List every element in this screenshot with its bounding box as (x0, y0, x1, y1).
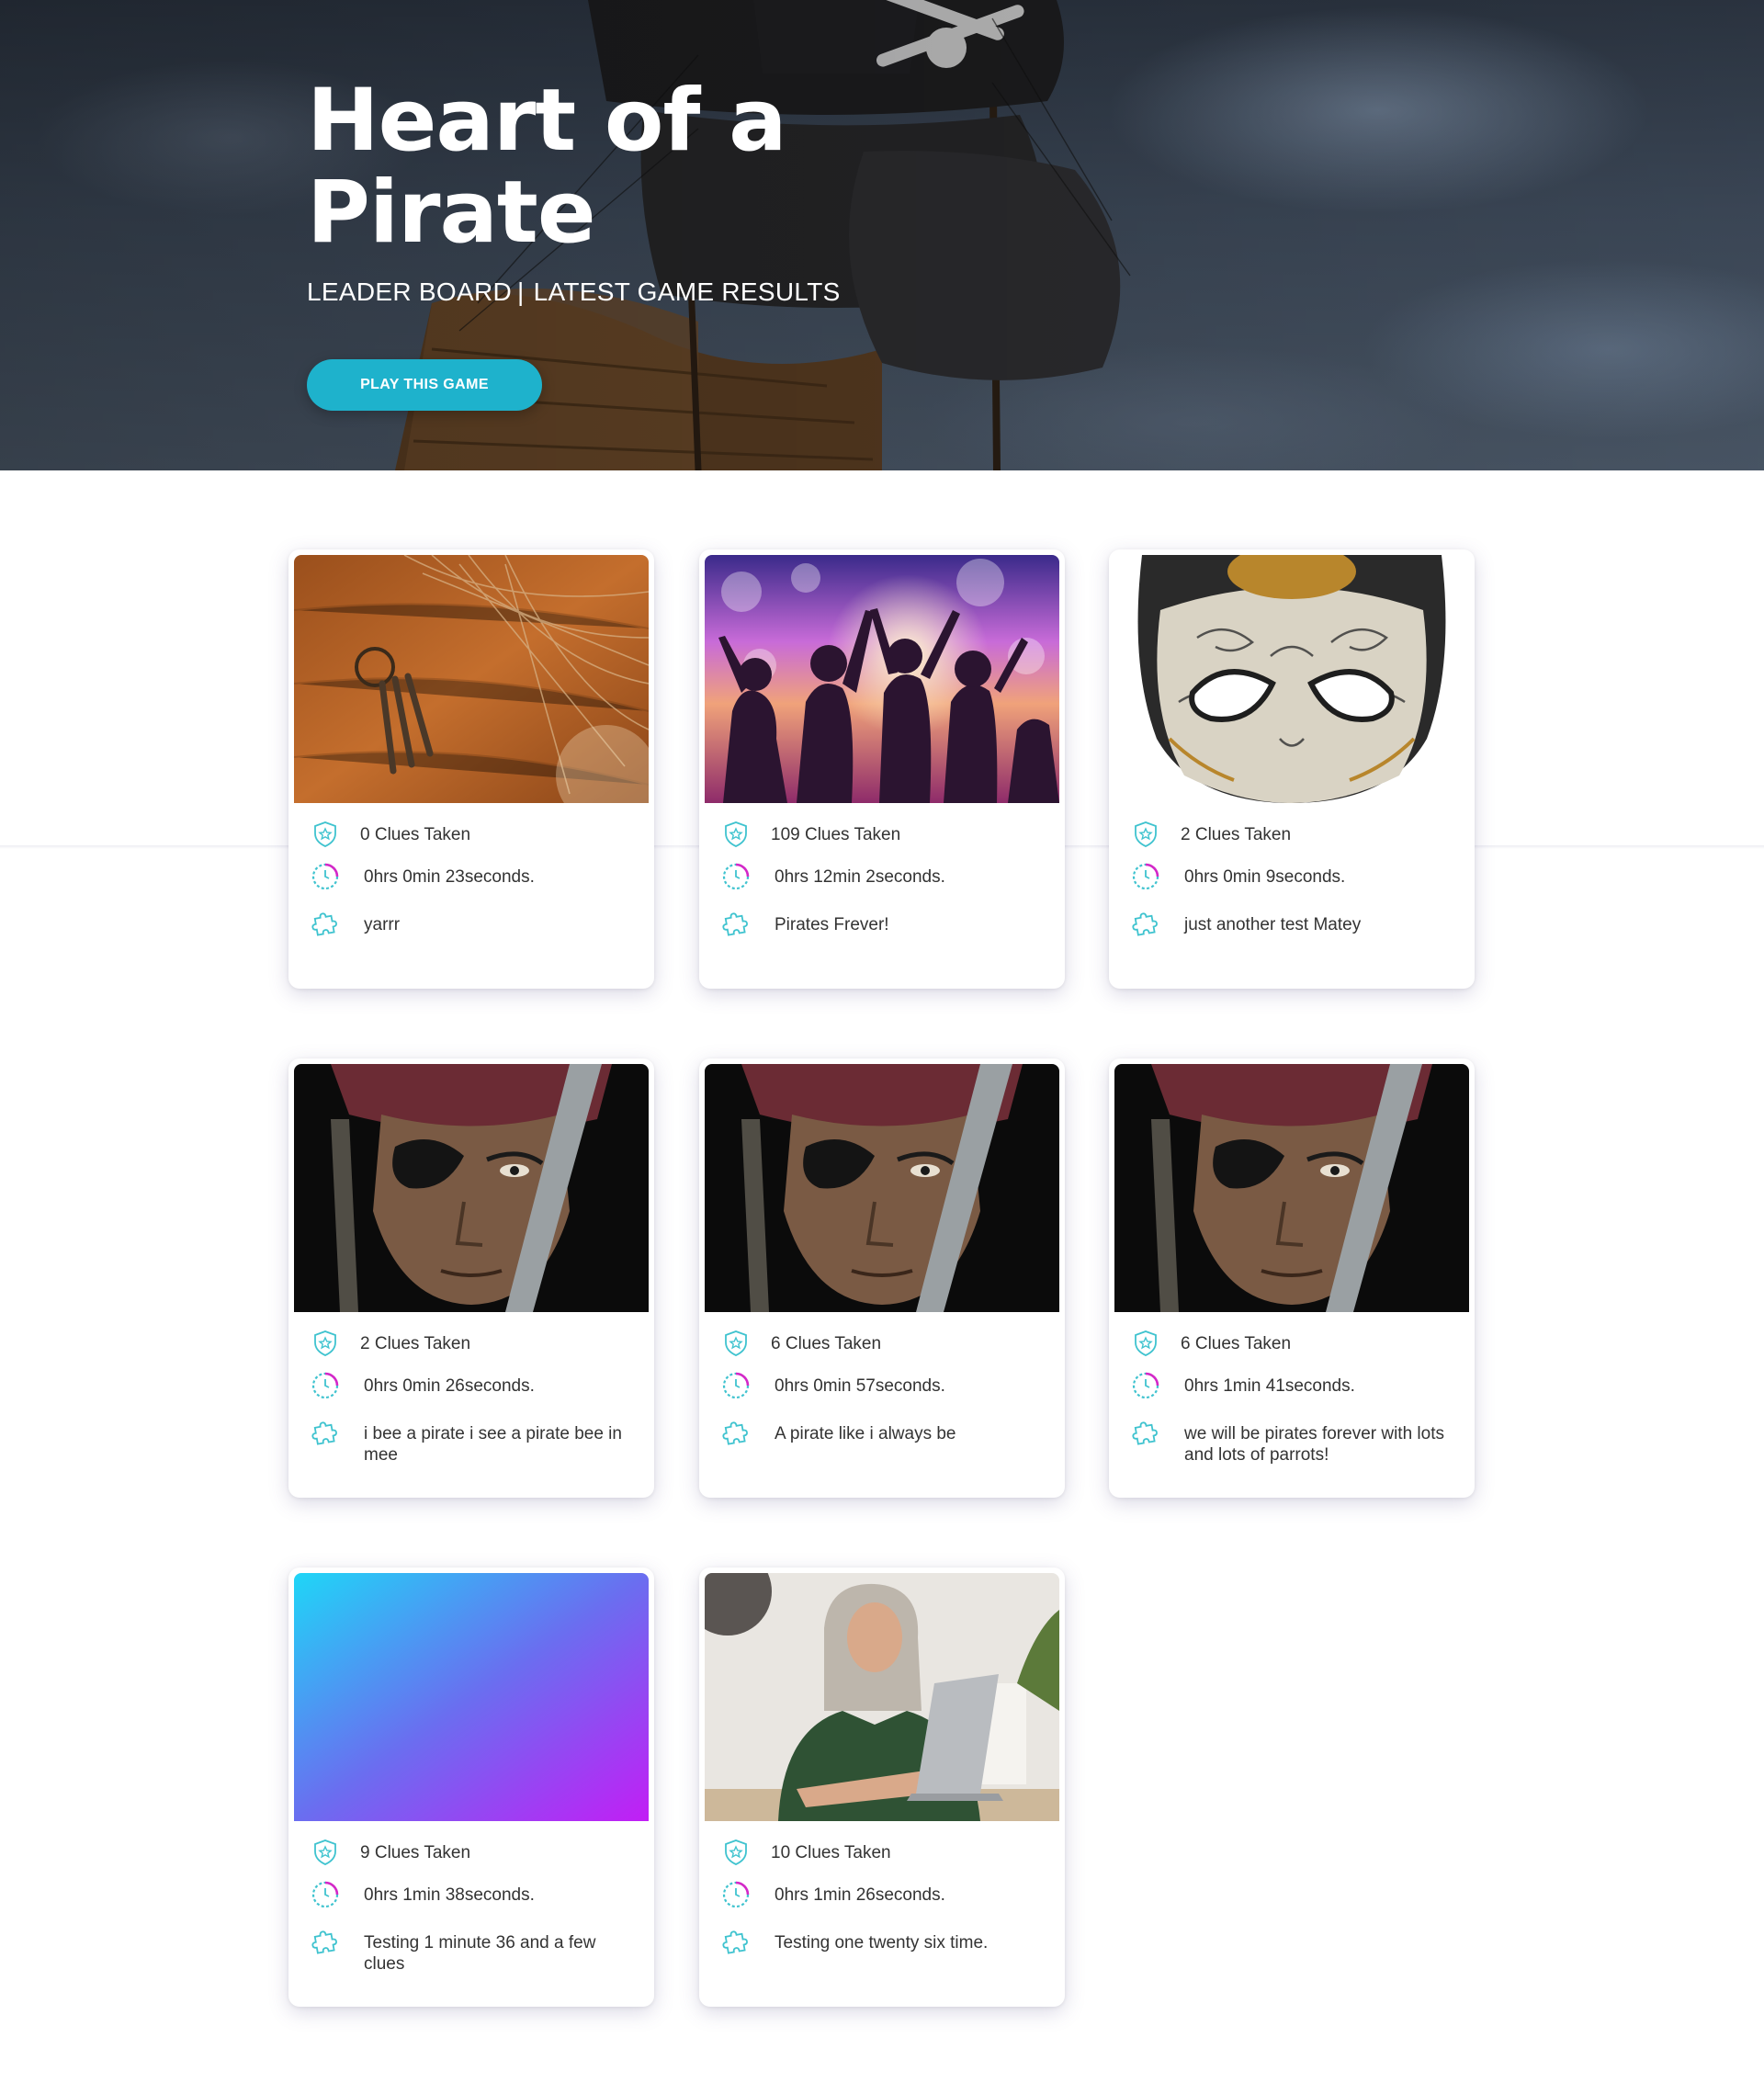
timer-icon (722, 1881, 750, 1908)
shield-star-icon (725, 1330, 747, 1356)
puzzle-piece-icon (722, 912, 748, 936)
message-row: just another test Matey (1131, 910, 1451, 939)
venetian-mask-photo (1114, 555, 1469, 803)
clues-taken: 6 Clues Taken (1181, 1334, 1292, 1353)
woman-laptop-photo (705, 1573, 1059, 1821)
leaderboard-label: LEADER BOARD (307, 277, 512, 306)
shield-star-icon (314, 1839, 336, 1865)
timer-icon (311, 1881, 339, 1908)
keys-on-net-photo (294, 555, 649, 803)
time-taken: 0hrs 1min 38seconds. (364, 1885, 535, 1905)
page-title: Heart of a Pirate (307, 71, 787, 263)
clues-row: 2 Clues Taken (311, 1329, 470, 1358)
puzzle-piece-icon (311, 1421, 337, 1445)
timer-icon (722, 863, 750, 890)
hero-subtitle: LEADER BOARD | LATEST GAME RESULTS (307, 277, 841, 307)
clues-taken: 109 Clues Taken (771, 825, 901, 844)
puzzle-piece-icon (311, 912, 337, 936)
team-message: Testing 1 minute 36 and a few clues (364, 1933, 596, 1974)
time-taken: 0hrs 0min 9seconds. (1184, 867, 1346, 887)
timer-icon (311, 863, 339, 890)
time-taken: 0hrs 1min 41seconds. (1184, 1376, 1355, 1396)
clues-taken: 10 Clues Taken (771, 1843, 891, 1862)
timer-icon (1132, 1372, 1159, 1399)
time-row: 0hrs 1min 41seconds. (1131, 1371, 1355, 1400)
time-taken: 0hrs 12min 2seconds. (775, 867, 945, 887)
message-row: i bee a pirate i see a pirate bee in mee (311, 1419, 630, 1466)
clues-taken: 9 Clues Taken (360, 1843, 471, 1862)
result-card[interactable]: 6 Clues Taken 0hrs 0min 57seconds. A pir… (699, 1058, 1065, 1498)
message-row: A pirate like i always be (721, 1419, 1041, 1448)
message-row: yarrr (311, 910, 630, 939)
clues-taken: 6 Clues Taken (771, 1334, 882, 1353)
time-taken: 0hrs 0min 23seconds. (364, 867, 535, 887)
timer-icon (311, 1372, 339, 1399)
shield-star-icon (725, 1839, 747, 1865)
team-message: just another test Matey (1184, 915, 1362, 934)
time-row: 0hrs 0min 26seconds. (311, 1371, 535, 1400)
puzzle-piece-icon (311, 1930, 337, 1954)
hero-overlay (0, 0, 1764, 470)
result-card[interactable]: 2 Clues Taken 0hrs 0min 9seconds. just a… (1109, 549, 1475, 989)
pirate-eyepatch-photo (705, 1064, 1059, 1312)
message-row: Testing 1 minute 36 and a few clues (311, 1928, 630, 1975)
result-card[interactable]: 0 Clues Taken 0hrs 0min 23seconds. yarrr (288, 549, 654, 989)
crowd-celebrating-photo (705, 555, 1059, 803)
puzzle-piece-icon (722, 1421, 748, 1445)
message-row: Pirates Frever! (721, 910, 1041, 939)
time-row: 0hrs 1min 38seconds. (311, 1880, 535, 1909)
clues-row: 10 Clues Taken (721, 1838, 891, 1867)
play-game-button[interactable]: PLAY THIS GAME (307, 359, 542, 411)
team-message: A pirate like i always be (775, 1424, 956, 1443)
shield-star-icon (314, 821, 336, 847)
team-message: i bee a pirate i see a pirate bee in mee (364, 1424, 622, 1465)
hero-banner: Heart of a Pirate LEADER BOARD | LATEST GA… (0, 0, 1764, 470)
time-row: 0hrs 12min 2seconds. (721, 862, 945, 891)
puzzle-piece-icon (1132, 912, 1158, 936)
time-row: 0hrs 1min 26seconds. (721, 1880, 945, 1909)
time-row: 0hrs 0min 9seconds. (1131, 862, 1345, 891)
team-message: Pirates Frever! (775, 915, 889, 934)
blue-purple-gradient (294, 1573, 649, 1821)
subtitle-separator: | (517, 277, 525, 306)
time-taken: 0hrs 1min 26seconds. (775, 1885, 945, 1905)
team-message: yarrr (364, 915, 401, 934)
latest-results-label: LATEST GAME RESULTS (533, 277, 841, 306)
time-row: 0hrs 0min 57seconds. (721, 1371, 945, 1400)
result-card[interactable]: 9 Clues Taken 0hrs 1min 38seconds. Testi… (288, 1568, 654, 2007)
timer-icon (1132, 863, 1159, 890)
clues-row: 0 Clues Taken (311, 820, 470, 849)
team-message: we will be pirates forever with lots and… (1184, 1424, 1444, 1465)
time-taken: 0hrs 0min 57seconds. (775, 1376, 945, 1396)
time-row: 0hrs 0min 23seconds. (311, 862, 535, 891)
shield-star-icon (1135, 1330, 1157, 1356)
team-message: Testing one twenty six time. (775, 1933, 989, 1953)
shield-star-icon (1135, 821, 1157, 847)
result-card[interactable]: 2 Clues Taken 0hrs 0min 26seconds. i bee… (288, 1058, 654, 1498)
result-card[interactable]: 10 Clues Taken 0hrs 1min 26seconds. Test… (699, 1568, 1065, 2007)
pirate-eyepatch-photo (1114, 1064, 1469, 1312)
clues-row: 109 Clues Taken (721, 820, 900, 849)
puzzle-piece-icon (722, 1930, 748, 1954)
result-card[interactable]: 109 Clues Taken 0hrs 12min 2seconds. Pir… (699, 549, 1065, 989)
clues-taken: 2 Clues Taken (360, 1334, 471, 1353)
shield-star-icon (725, 821, 747, 847)
clues-row: 6 Clues Taken (721, 1329, 881, 1358)
pirate-eyepatch-photo (294, 1064, 649, 1312)
result-card[interactable]: 6 Clues Taken 0hrs 1min 41seconds. we wi… (1109, 1058, 1475, 1498)
clues-row: 9 Clues Taken (311, 1838, 470, 1867)
message-row: we will be pirates forever with lots and… (1131, 1419, 1451, 1466)
shield-star-icon (314, 1330, 336, 1356)
timer-icon (722, 1372, 750, 1399)
time-taken: 0hrs 0min 26seconds. (364, 1376, 535, 1396)
clues-row: 2 Clues Taken (1131, 820, 1291, 849)
puzzle-piece-icon (1132, 1421, 1158, 1445)
message-row: Testing one twenty six time. (721, 1928, 1041, 1957)
clues-row: 6 Clues Taken (1131, 1329, 1291, 1358)
clues-taken: 0 Clues Taken (360, 825, 471, 844)
clues-taken: 2 Clues Taken (1181, 825, 1292, 844)
